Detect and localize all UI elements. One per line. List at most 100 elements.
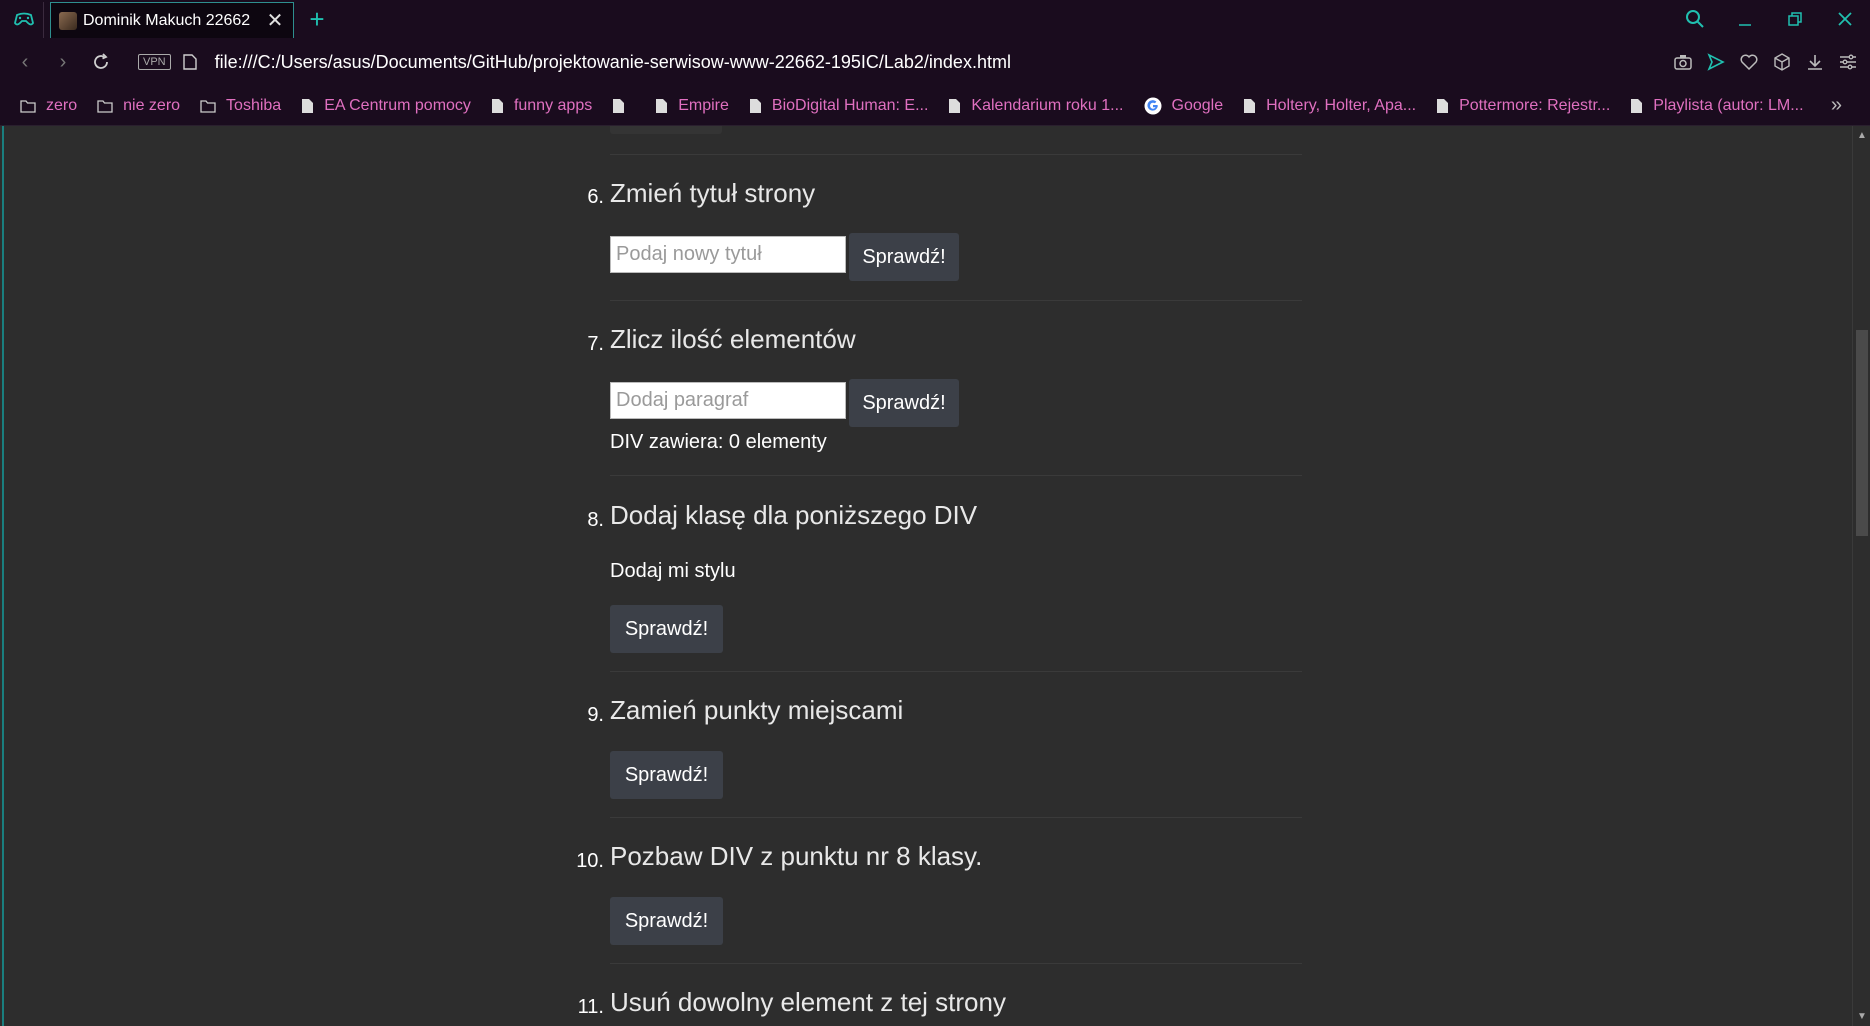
bookmark-item[interactable]: funny apps — [491, 97, 592, 115]
bookmark-item[interactable]: zero — [20, 97, 77, 115]
divider — [610, 300, 1302, 301]
send-icon[interactable] — [1699, 38, 1732, 86]
item-title: Usuń dowolny element z tej strony — [610, 987, 1006, 1017]
camera-icon[interactable] — [1666, 38, 1699, 86]
page-icon — [948, 98, 961, 114]
bookmark-label: Kalendarium roku 1... — [971, 96, 1124, 114]
bookmark-label: Holtery, Holter, Apa... — [1266, 96, 1417, 114]
page-icon — [182, 54, 197, 70]
chevron-double-right-icon[interactable]: » — [1831, 94, 1842, 117]
bookmark-item[interactable]: nie zero — [97, 97, 180, 115]
vpn-badge[interactable]: VPN — [138, 54, 171, 70]
item-number: 9. — [587, 704, 604, 726]
page-icon — [749, 98, 762, 114]
bookmark-label: Pottermore: Rejestr... — [1459, 96, 1611, 114]
easy-setup-icon[interactable] — [1831, 38, 1864, 86]
item-title: Dodaj klasę dla poniższego DIV — [610, 500, 978, 530]
check-button[interactable]: Sprawdź! — [610, 897, 723, 945]
item-title: Pozbaw DIV z punktu nr 8 klasy. — [610, 841, 983, 871]
close-window-icon[interactable] — [1820, 0, 1870, 38]
search-icon[interactable] — [1670, 0, 1720, 38]
bookmark-label: zero — [46, 96, 78, 114]
minimize-icon[interactable] — [1720, 0, 1770, 38]
tab-active[interactable]: Dominik Makuch 22662 ✕ — [50, 2, 294, 38]
bookmark-item[interactable]: Playlista (autor: LM... — [1630, 96, 1804, 115]
add-paragraph-input[interactable] — [610, 382, 846, 419]
element-count-status: DIV zawiera: 0 elementy — [610, 431, 827, 453]
folder-icon — [20, 99, 36, 113]
bookmark-label: Empire — [678, 96, 729, 114]
divider — [610, 963, 1302, 964]
divider — [610, 475, 1302, 476]
download-icon[interactable] — [1798, 38, 1831, 86]
divider — [610, 671, 1302, 672]
scroll-down-arrow-icon[interactable]: ▼ — [1857, 1011, 1867, 1022]
tab-favicon-icon — [59, 11, 77, 30]
page-icon — [301, 98, 314, 114]
heart-icon[interactable] — [1732, 38, 1765, 86]
browser-window: Dominik Makuch 22662 ✕ + ‹ › VPN file://… — [0, 0, 1870, 1026]
cube-icon[interactable] — [1765, 38, 1798, 86]
restore-icon[interactable] — [1770, 0, 1820, 38]
vertical-scrollbar[interactable]: ▲ ▼ — [1852, 126, 1870, 1026]
folder-icon — [97, 99, 113, 113]
tab-title: Dominik Makuch 22662 — [83, 11, 251, 29]
styled-div-text: Dodaj mi stylu — [610, 560, 736, 582]
item-title: Zamień punkty miejscami — [610, 695, 904, 725]
bookmark-item[interactable] — [612, 98, 635, 114]
bookmark-item[interactable]: Google — [1144, 96, 1224, 115]
google-icon — [1144, 97, 1162, 115]
bookmark-item[interactable]: EA Centrum pomocy — [301, 97, 471, 115]
item-number: 8. — [587, 509, 604, 531]
item-number: 11. — [577, 996, 604, 1018]
bookmark-label: Playlista (autor: LM... — [1653, 96, 1804, 114]
address-bar-actions — [1666, 38, 1864, 86]
check-button[interactable]: Sprawdź! — [849, 379, 959, 427]
page-icon — [612, 98, 625, 114]
check-button[interactable]: Sprawdź! — [849, 233, 959, 281]
item-title: Zmień tytuł strony — [610, 178, 816, 208]
page-viewport: 6. Zmień tytuł strony Sprawdź! 7. Zlicz … — [2, 126, 1850, 1026]
new-tab-plus-icon[interactable]: + — [300, 2, 334, 36]
window-controls — [1670, 0, 1870, 38]
page-icon — [1243, 98, 1256, 114]
page-icon — [491, 98, 504, 114]
forward-icon[interactable]: › — [44, 43, 82, 81]
url-field[interactable]: file:///C:/Users/asus/Documents/GitHub/p… — [215, 52, 1011, 73]
back-icon[interactable]: ‹ — [6, 43, 44, 81]
folder-icon — [200, 99, 216, 113]
tab-close-icon[interactable]: ✕ — [265, 8, 285, 33]
reload-icon[interactable] — [82, 43, 120, 81]
bookmark-label: Toshiba — [226, 96, 282, 114]
check-button[interactable]: Sprawdź! — [610, 751, 723, 799]
bookmark-label: funny apps — [513, 96, 593, 114]
address-bar: ‹ › VPN file:///C:/Users/asus/Documents/… — [0, 38, 1870, 86]
item-title: Zlicz ilość elementów — [610, 324, 856, 354]
bookmark-label: Google — [1171, 96, 1224, 114]
page-icon — [1630, 98, 1643, 114]
tab-bar: Dominik Makuch 22662 ✕ + — [0, 0, 1870, 38]
page-icon — [1436, 98, 1449, 114]
bookmark-item[interactable]: Kalendarium roku 1... — [948, 96, 1124, 115]
item-number: 10. — [576, 850, 604, 872]
bookmark-item[interactable]: Pottermore: Rejestr... — [1436, 97, 1610, 115]
bookmark-item[interactable]: Toshiba — [200, 97, 281, 115]
bookmarks-bar: zero nie zero Toshiba EA Centrum pomocy … — [0, 86, 1870, 126]
item-number: 7. — [587, 333, 604, 355]
bookmark-item[interactable]: Holtery, Holter, Apa... — [1243, 97, 1416, 115]
bookmark-label: nie zero — [123, 96, 181, 114]
previous-check-button[interactable] — [610, 126, 722, 134]
scrollbar-thumb[interactable] — [1856, 330, 1868, 536]
item-number: 6. — [587, 186, 604, 208]
scroll-up-arrow-icon[interactable]: ▲ — [1857, 130, 1867, 141]
bookmark-label: BioDigital Human: E... — [771, 96, 929, 114]
page-icon — [655, 98, 668, 114]
divider — [610, 817, 1302, 818]
divider — [610, 154, 1302, 155]
new-title-input[interactable] — [610, 236, 846, 273]
bookmark-item[interactable]: BioDigital Human: E... — [749, 96, 929, 115]
gx-control-icon[interactable] — [4, 2, 44, 38]
bookmark-item[interactable]: Empire — [655, 97, 729, 115]
bookmark-label: EA Centrum pomocy — [324, 96, 471, 114]
check-button[interactable]: Sprawdź! — [610, 605, 723, 653]
